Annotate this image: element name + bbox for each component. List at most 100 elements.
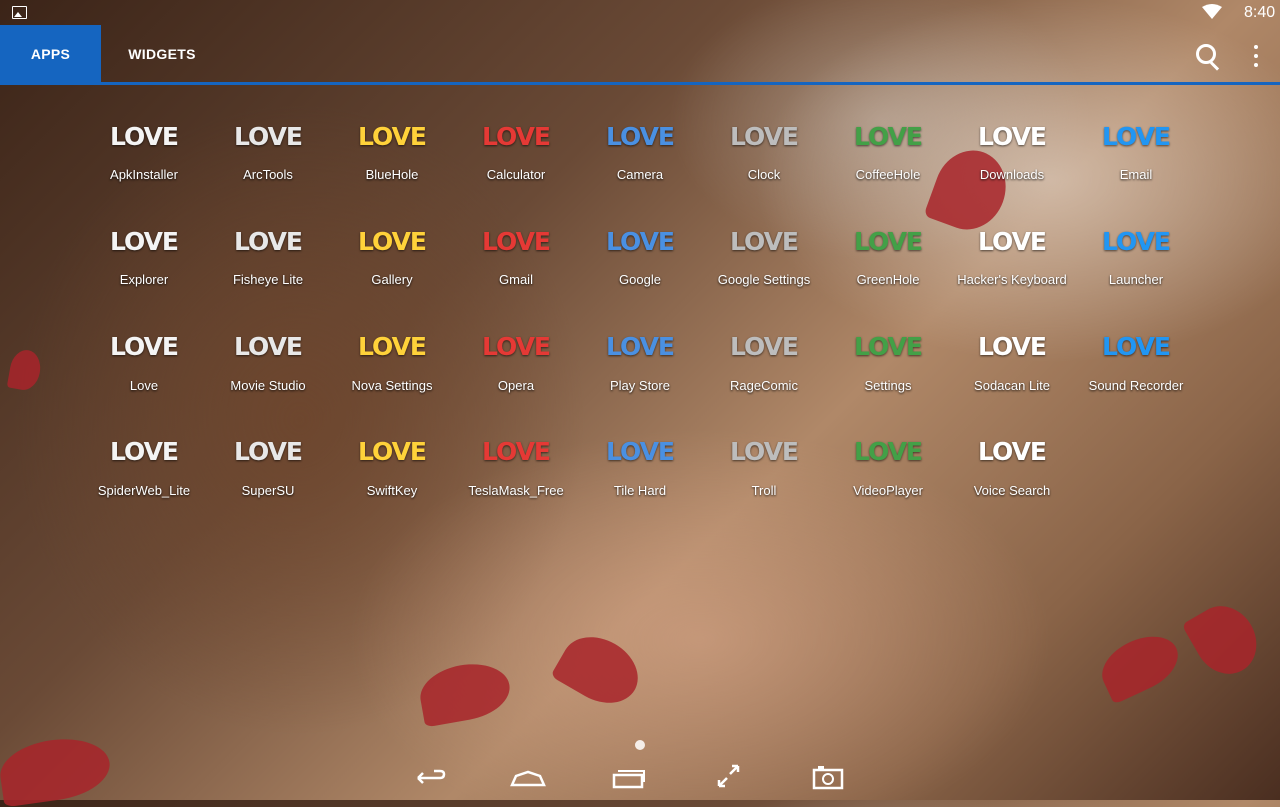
app-label: TeslaMask_Free: [468, 482, 564, 498]
app-icon-sodacan-lite[interactable]: LOVE Sodacan Lite: [950, 319, 1074, 424]
love-app-icon: LOVE: [109, 226, 179, 256]
love-app-icon: LOVE: [233, 226, 303, 256]
app-icon-coffeehole[interactable]: LOVE CoffeeHole: [826, 108, 950, 213]
app-icon-spiderweb-lite[interactable]: LOVE SpiderWeb_Lite: [82, 424, 206, 529]
app-label: Settings: [864, 377, 912, 393]
navigation-bar: [0, 752, 1280, 800]
app-icon-nova-settings[interactable]: LOVE Nova Settings: [330, 319, 454, 424]
back-button[interactable]: [404, 758, 452, 794]
app-icon-clock[interactable]: LOVE Clock: [702, 108, 826, 213]
app-label: Play Store: [610, 377, 670, 393]
status-bar: 8:40: [0, 0, 1280, 25]
app-icon-google[interactable]: LOVE Google: [578, 213, 702, 318]
app-icon-downloads[interactable]: LOVE Downloads: [950, 108, 1074, 213]
wifi-icon: [1202, 4, 1222, 24]
app-icon-explorer[interactable]: LOVE Explorer: [82, 213, 206, 318]
app-icon-hacker-s-keyboard[interactable]: LOVE Hacker's Keyboard: [950, 213, 1074, 318]
app-label: Clock: [747, 167, 781, 182]
app-label: Google: [619, 272, 661, 288]
app-icon-fisheye-lite[interactable]: LOVE Fisheye Lite: [206, 213, 330, 318]
app-label: SwiftKey: [366, 482, 418, 498]
app-label: BlueHole: [365, 167, 419, 182]
love-app-icon: LOVE: [729, 121, 799, 151]
app-icon-ragecomic[interactable]: LOVE RageComic: [702, 319, 826, 424]
app-icon-launcher[interactable]: LOVE Launcher: [1074, 213, 1198, 318]
app-icon-movie-studio[interactable]: LOVE Movie Studio: [206, 319, 330, 424]
app-icon-tile-hard[interactable]: LOVE Tile Hard: [578, 424, 702, 529]
app-icon-greenhole[interactable]: LOVE GreenHole: [826, 213, 950, 318]
app-icon-calculator[interactable]: LOVE Calculator: [454, 108, 578, 213]
love-app-icon: LOVE: [481, 437, 551, 467]
app-label: Camera: [616, 167, 664, 182]
love-app-icon: LOVE: [233, 332, 303, 362]
app-icon-supersu[interactable]: LOVE SuperSU: [206, 424, 330, 529]
search-button[interactable]: [1194, 42, 1222, 71]
love-app-icon: LOVE: [853, 332, 923, 362]
app-icon-swiftkey[interactable]: LOVE SwiftKey: [330, 424, 454, 529]
expand-button[interactable]: [704, 758, 752, 794]
love-app-icon: LOVE: [729, 332, 799, 362]
app-label: ArcTools: [243, 167, 293, 182]
home-button[interactable]: [504, 758, 552, 794]
love-app-icon: LOVE: [1101, 226, 1171, 256]
app-icon-arctools[interactable]: LOVE ArcTools: [206, 108, 330, 213]
app-label: Launcher: [1108, 272, 1164, 288]
tab-apps[interactable]: APPS: [0, 25, 101, 82]
love-app-icon: LOVE: [729, 437, 799, 467]
recents-button[interactable]: [604, 758, 652, 794]
app-icon-sound-recorder[interactable]: LOVE Sound Recorder: [1074, 319, 1198, 424]
tab-widgets[interactable]: WIDGETS: [101, 25, 223, 82]
header-divider: [0, 82, 1280, 85]
app-label: Email: [1119, 167, 1153, 182]
app-label: Sound Recorder: [1088, 377, 1184, 393]
love-app-icon: LOVE: [109, 437, 179, 467]
app-icon-teslamask-free[interactable]: LOVE TeslaMask_Free: [454, 424, 578, 529]
app-icon-voice-search[interactable]: LOVE Voice Search: [950, 424, 1074, 529]
recents-icon: [612, 770, 645, 789]
love-app-icon: LOVE: [853, 121, 923, 151]
app-label: CoffeeHole: [855, 167, 921, 182]
love-app-icon: LOVE: [481, 226, 551, 256]
app-icon-love[interactable]: LOVE Love: [82, 319, 206, 424]
app-icon-apkinstaller[interactable]: LOVE ApkInstaller: [82, 108, 206, 213]
love-app-icon: LOVE: [1101, 121, 1171, 151]
overflow-menu-button[interactable]: [1246, 42, 1266, 70]
expand-icon: [717, 764, 740, 788]
love-app-icon: LOVE: [977, 437, 1047, 467]
screenshot-button[interactable]: [804, 758, 852, 794]
app-label: Gallery: [371, 272, 413, 288]
app-label: SuperSU: [241, 482, 295, 498]
image-notification-icon: [12, 6, 27, 19]
app-label: Downloads: [979, 167, 1045, 182]
app-label: Google Settings: [717, 272, 811, 288]
app-label: Sodacan Lite: [974, 377, 1050, 393]
background-petal: [1181, 594, 1269, 686]
app-icon-bluehole[interactable]: LOVE BlueHole: [330, 108, 454, 213]
app-icon-opera[interactable]: LOVE Opera: [454, 319, 578, 424]
screenshot-icon: [812, 766, 844, 790]
app-icon-settings[interactable]: LOVE Settings: [826, 319, 950, 424]
app-icon-videoplayer[interactable]: LOVE VideoPlayer: [826, 424, 950, 529]
app-label: Calculator: [486, 167, 546, 182]
love-app-icon: LOVE: [977, 332, 1047, 362]
app-icon-gallery[interactable]: LOVE Gallery: [330, 213, 454, 318]
love-app-icon: LOVE: [357, 121, 427, 151]
love-app-icon: LOVE: [977, 226, 1047, 256]
app-icon-play-store[interactable]: LOVE Play Store: [578, 319, 702, 424]
app-icon-gmail[interactable]: LOVE Gmail: [454, 213, 578, 318]
app-icon-email[interactable]: LOVE Email: [1074, 108, 1198, 213]
love-app-icon: LOVE: [729, 226, 799, 256]
back-icon: [417, 769, 446, 784]
app-icon-google-settings[interactable]: LOVE Google Settings: [702, 213, 826, 318]
love-app-icon: LOVE: [109, 121, 179, 151]
love-app-icon: LOVE: [605, 121, 675, 151]
app-label: Voice Search: [973, 482, 1051, 498]
app-label: SpiderWeb_Lite: [97, 482, 191, 498]
love-app-icon: LOVE: [481, 121, 551, 151]
app-icon-camera[interactable]: LOVE Camera: [578, 108, 702, 213]
background-petal: [6, 347, 44, 393]
app-label: Opera: [497, 377, 535, 393]
app-icon-troll[interactable]: LOVE Troll: [702, 424, 826, 529]
home-icon: [510, 770, 546, 787]
background-petal: [550, 624, 650, 716]
